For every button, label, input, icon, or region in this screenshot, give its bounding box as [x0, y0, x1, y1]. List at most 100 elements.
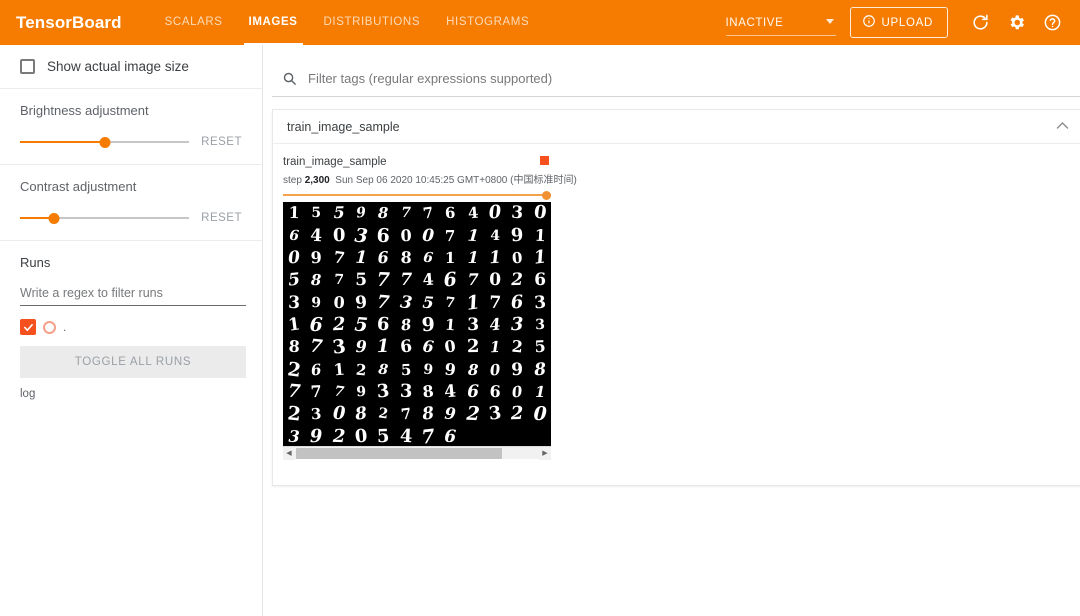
digit-cell: 0 [283, 246, 306, 270]
digit-cell: 5 [305, 202, 327, 224]
tag-filter-bar [272, 61, 1080, 97]
scroll-left-arrow-icon[interactable]: ◀ [283, 447, 295, 460]
tab-histograms[interactable]: HISTOGRAMS [433, 0, 542, 45]
run-name-label: . [63, 320, 66, 334]
digit-cell: 7 [326, 246, 351, 271]
upload-button[interactable]: UPLOAD [850, 7, 949, 38]
digit-cell: 1 [460, 290, 485, 315]
toggle-all-runs-button[interactable]: TOGGLE ALL RUNS [20, 346, 246, 378]
chevron-down-icon [826, 19, 834, 24]
digit-cell: 3 [462, 314, 484, 336]
app-brand: TensorBoard [16, 13, 122, 33]
slider-thumb[interactable] [99, 137, 110, 148]
contrast-section: Contrast adjustment RESET [0, 165, 262, 241]
digit-cell: 0 [349, 425, 373, 446]
log-label: log [20, 388, 246, 400]
image-tag-card: train_image_sample train_image_sample st… [272, 109, 1080, 486]
digit-cell: 6 [305, 314, 328, 337]
digit-cell: 6 [416, 246, 441, 271]
contrast-reset-button[interactable]: RESET [201, 212, 246, 224]
digit-cell: 2 [327, 426, 350, 447]
run-status-label: INACTIVE [726, 17, 784, 29]
runs-title: Runs [20, 255, 246, 270]
digit-cell: 0 [417, 224, 440, 247]
digit-cell: 0 [394, 224, 417, 247]
brightness-slider[interactable] [20, 134, 189, 150]
digit-cell: 0 [327, 291, 350, 314]
contrast-label: Contrast adjustment [20, 179, 246, 194]
show-actual-image-size-checkbox[interactable]: Show actual image size [20, 59, 246, 74]
show-actual-size-section: Show actual image size [0, 45, 262, 89]
digit-cell: 7 [326, 380, 351, 405]
digit-cell: 7 [439, 225, 462, 248]
brightness-label: Brightness adjustment [20, 103, 246, 118]
digit-cell [462, 426, 484, 447]
digit-cell: 6 [372, 313, 396, 337]
digit-cell: 6 [438, 268, 463, 293]
digit-cell: 3 [483, 402, 508, 427]
digit-cell: 0 [505, 380, 530, 405]
refresh-icon[interactable] [965, 8, 995, 38]
digit-cell: 9 [506, 224, 530, 248]
digit-cell: 7 [416, 202, 441, 226]
digit-cell: 0 [438, 335, 463, 360]
brightness-reset-button[interactable]: RESET [201, 136, 246, 148]
upload-button-label: UPLOAD [882, 17, 934, 29]
step-slider-thumb[interactable] [542, 191, 551, 200]
settings-gear-icon[interactable] [1001, 8, 1031, 38]
scrollbar-thumb[interactable] [296, 448, 502, 459]
digit-cell: 4 [305, 224, 328, 247]
card-header-toggle[interactable]: train_image_sample [273, 110, 1080, 144]
image-step-metadata: step 2,300 Sun Sep 06 2020 10:45:25 GMT+… [283, 171, 551, 186]
digit-cell: 9 [438, 402, 462, 426]
help-circle-icon[interactable] [1037, 8, 1067, 38]
digit-cell: 1 [529, 381, 551, 403]
run-checkbox-icon[interactable] [20, 319, 36, 335]
runs-section: Runs . TOGGLE ALL RUNS log [0, 241, 262, 414]
digit-cell: 0 [328, 225, 351, 248]
run-status-dropdown[interactable]: INACTIVE [726, 8, 836, 38]
digit-cell: 2 [506, 403, 529, 426]
image-horizontal-scrollbar[interactable]: ◀ ▶ [283, 446, 551, 459]
digit-cell: 8 [394, 247, 417, 270]
digit-cell: 1 [350, 247, 373, 270]
digit-cell: 1 [461, 224, 485, 248]
digit-cell: 5 [394, 358, 417, 381]
tab-images[interactable]: IMAGES [236, 0, 311, 45]
digit-cell: 7 [327, 269, 350, 292]
digit-cell: 4 [438, 380, 462, 404]
tag-filter-input[interactable] [306, 70, 1076, 87]
digit-cell: 5 [283, 268, 306, 292]
digit-cell [529, 426, 551, 447]
digit-cell: 6 [439, 425, 462, 446]
digit-cell: 5 [350, 269, 372, 291]
digit-cell: 6 [371, 246, 395, 270]
digit-cell: 7 [283, 380, 306, 404]
digit-cell: 3 [283, 291, 306, 314]
tab-scalars[interactable]: SCALARS [152, 0, 236, 45]
runs-regex-input[interactable] [20, 284, 246, 306]
digit-cell: 2 [506, 336, 530, 360]
tab-distributions[interactable]: DISTRIBUTIONS [311, 0, 434, 45]
run-list-item[interactable]: . [20, 318, 246, 336]
contrast-slider[interactable] [20, 210, 189, 226]
digit-cell: 2 [327, 314, 350, 337]
step-slider[interactable] [283, 190, 551, 200]
digit-cell: 7 [372, 269, 395, 292]
main-nav-tabs: SCALARS IMAGES DISTRIBUTIONS HISTOGRAMS [152, 0, 543, 45]
checkbox-icon [20, 59, 35, 74]
digit-cell: 4 [461, 202, 485, 225]
run-color-circle-icon [43, 321, 56, 334]
sidebar: Show actual image size Brightness adjust… [0, 45, 263, 616]
mnist-sample-image: 1559877640306403600714910971686111015875… [283, 202, 551, 446]
digit-cell: 3 [304, 403, 328, 427]
digit-cell: 5 [528, 336, 551, 360]
scroll-right-arrow-icon[interactable]: ▶ [539, 447, 551, 460]
digit-cell: 7 [461, 269, 484, 292]
digit-cell: 4 [416, 269, 440, 293]
chevron-up-icon[interactable] [1056, 121, 1069, 133]
slider-thumb[interactable] [48, 213, 59, 224]
digit-cell: 6 [506, 291, 530, 315]
digit-cell: 9 [350, 336, 372, 358]
digit-cell: 5 [349, 313, 373, 337]
